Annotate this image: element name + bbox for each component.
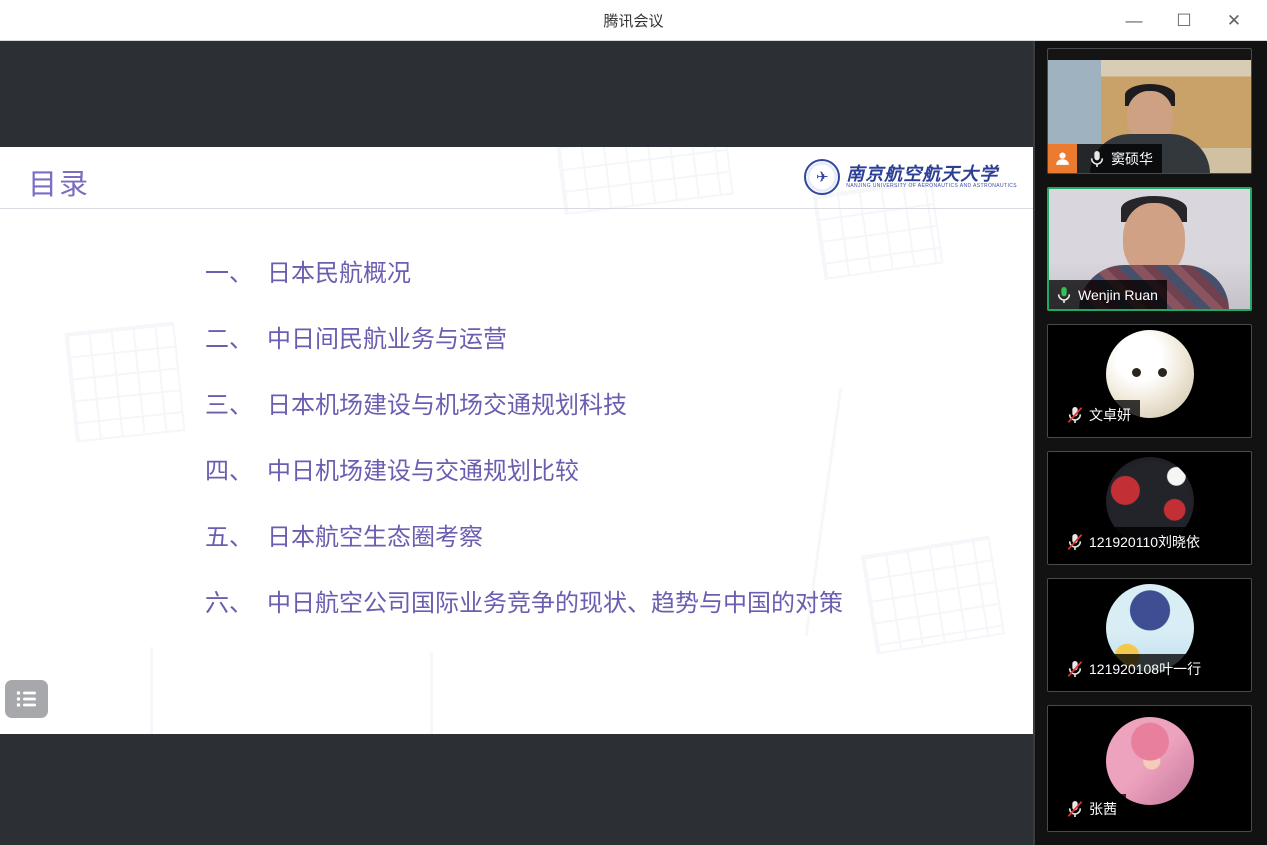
- avatar: [1105, 717, 1194, 805]
- participant-tile-speaking[interactable]: Wenjin Ruan: [1047, 187, 1252, 311]
- participant-name: Wenjin Ruan: [1078, 286, 1158, 303]
- toc-item: 三、 日本机场建设与机场交通规划科技: [205, 385, 843, 451]
- watermark-lattice: [64, 321, 186, 443]
- toc-item-text: 日本民航概况: [267, 260, 411, 287]
- toc-item-text: 中日机场建设与交通规划比较: [267, 458, 579, 485]
- toc-item: 二、 中日间民航业务与运营: [205, 319, 843, 385]
- participant-name-badge: Wenjin Ruan: [1049, 280, 1167, 309]
- toc-item-number: 二、: [205, 326, 253, 353]
- university-name: 南京航空航天大学: [846, 163, 999, 184]
- slide-heading-rule: [0, 208, 1033, 209]
- toc-item: 六、 中日航空公司国际业务竞争的现状、趋势与中国的对策: [205, 583, 843, 649]
- toc-item-text: 中日间民航业务与运营: [267, 326, 507, 353]
- toc-item-number: 三、: [205, 392, 253, 419]
- participant-name: 窦硕华: [1111, 150, 1153, 167]
- university-logo: ✈ 南京航空航天大学 NANJING UNIVERSITY OF AERONAU…: [804, 159, 1017, 195]
- toc-item: 一、 日本民航概况: [205, 253, 843, 319]
- watermark-line: [150, 647, 153, 734]
- mic-active-icon: [1057, 286, 1071, 303]
- watermark-lattice: [556, 147, 734, 216]
- participant-name: 张茜: [1089, 800, 1117, 817]
- toc-item-number: 四、: [205, 458, 253, 485]
- participant-name-badge: 窦硕华: [1048, 144, 1162, 173]
- slide-heading: 目录: [28, 169, 91, 201]
- table-of-contents: 一、 日本民航概况 二、 中日间民航业务与运营 三、 日本机场建设与机场交通规划科技 …: [205, 253, 843, 649]
- toc-item-text: 日本机场建设与机场交通规划科技: [267, 392, 627, 419]
- window-controls: — ☐ ✕: [1109, 0, 1259, 41]
- tencent-meeting-window: 腾讯会议 — ☐ ✕ 目录 ✈ 南京航空航天大学 NANJING UNIVERS…: [0, 0, 1267, 845]
- mic-muted-icon: [1067, 533, 1083, 550]
- screen-share-stage: 目录 ✈ 南京航空航天大学 NANJING UNIVERSITY OF AERO…: [0, 41, 1033, 845]
- toc-item-text: 中日航空公司国际业务竞争的现状、趋势与中国的对策: [267, 590, 843, 617]
- host-badge-icon: [1048, 144, 1077, 173]
- participant-name-badge: 121920110刘晓依: [1053, 527, 1210, 556]
- mic-muted-icon: [1067, 406, 1083, 423]
- thumbnail-list-toggle-button[interactable]: [5, 680, 48, 718]
- participant-name: 文卓妍: [1089, 406, 1131, 423]
- titlebar: 腾讯会议 — ☐ ✕: [0, 0, 1267, 41]
- participant-name-badge: 张茜: [1053, 794, 1126, 823]
- mic-muted-icon: [1067, 660, 1083, 677]
- participant-name: 121920110刘晓依: [1089, 533, 1201, 550]
- toc-item-number: 五、: [205, 524, 253, 551]
- toc-item: 五、 日本航空生态圈考察: [205, 517, 843, 583]
- presentation-slide: 目录 ✈ 南京航空航天大学 NANJING UNIVERSITY OF AERO…: [0, 147, 1033, 734]
- toc-item-number: 一、: [205, 260, 253, 287]
- participant-name-badge: 文卓妍: [1053, 400, 1140, 429]
- university-seal-icon: ✈: [804, 159, 841, 195]
- participant-tile[interactable]: 121920108叶一行: [1047, 578, 1252, 692]
- maximize-button[interactable]: ☐: [1159, 0, 1209, 41]
- participant-name: 121920108叶一行: [1089, 660, 1202, 677]
- toc-item: 四、 中日机场建设与交通规划比较: [205, 451, 843, 517]
- close-button[interactable]: ✕: [1209, 0, 1259, 41]
- minimize-button[interactable]: —: [1109, 0, 1159, 41]
- mic-muted-icon: [1067, 800, 1083, 817]
- participant-tile[interactable]: 文卓妍: [1047, 324, 1252, 438]
- university-name-english: NANJING UNIVERSITY OF AERONAUTICS AND AS…: [846, 182, 1017, 189]
- toc-item-text: 日本航空生态圈考察: [267, 524, 483, 551]
- watermark-line: [430, 652, 433, 734]
- participants-sidebar: 窦硕华 Wenjin Ruan 文卓妍 121920110刘晓依 1219201…: [1033, 41, 1267, 845]
- list-icon: [16, 691, 36, 707]
- mic-on-icon: [1090, 150, 1104, 167]
- watermark-lattice: [860, 535, 1006, 655]
- toc-item-number: 六、: [205, 590, 253, 617]
- participant-tile[interactable]: 张茜: [1047, 705, 1252, 832]
- participant-tile[interactable]: 窦硕华: [1047, 48, 1252, 174]
- participant-name-badge: 121920108叶一行: [1053, 654, 1211, 683]
- window-title: 腾讯会议: [603, 12, 664, 30]
- participant-tile[interactable]: 121920110刘晓依: [1047, 451, 1252, 565]
